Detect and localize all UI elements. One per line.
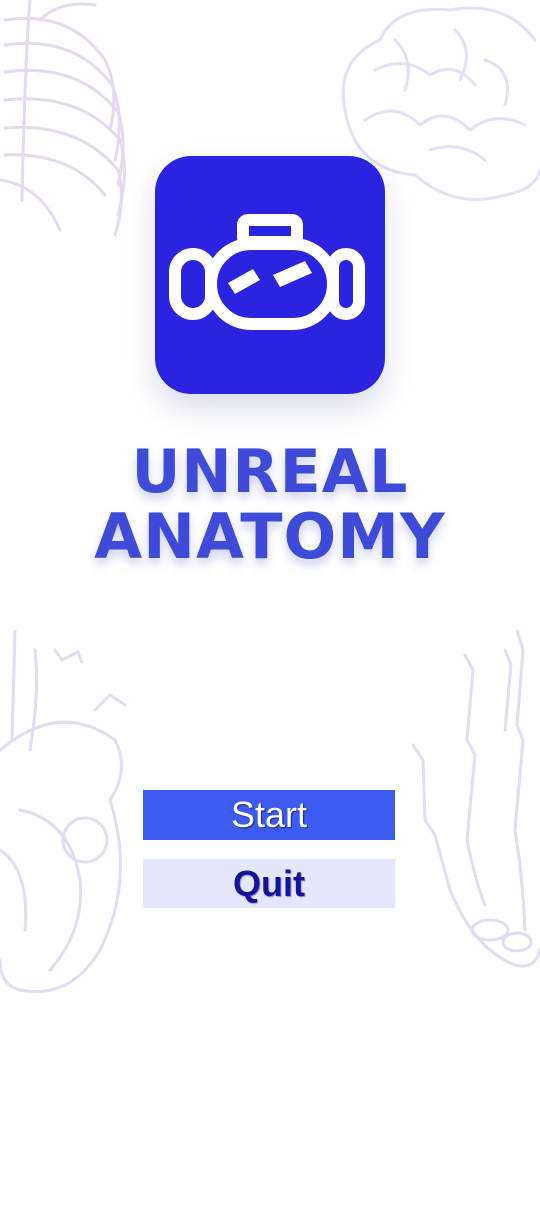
- start-button[interactable]: Start: [143, 790, 395, 840]
- heart-illustration: [0, 630, 127, 994]
- app-title-line1: UNREAL: [131, 437, 409, 507]
- app-title-line2: ANATOMY: [94, 500, 446, 573]
- hand-skeleton-illustration: [411, 630, 540, 968]
- app-logo: [155, 156, 385, 394]
- ribcage-illustration: [0, 0, 127, 237]
- quit-button[interactable]: Quit: [143, 859, 395, 908]
- vr-headset-icon: [169, 214, 365, 330]
